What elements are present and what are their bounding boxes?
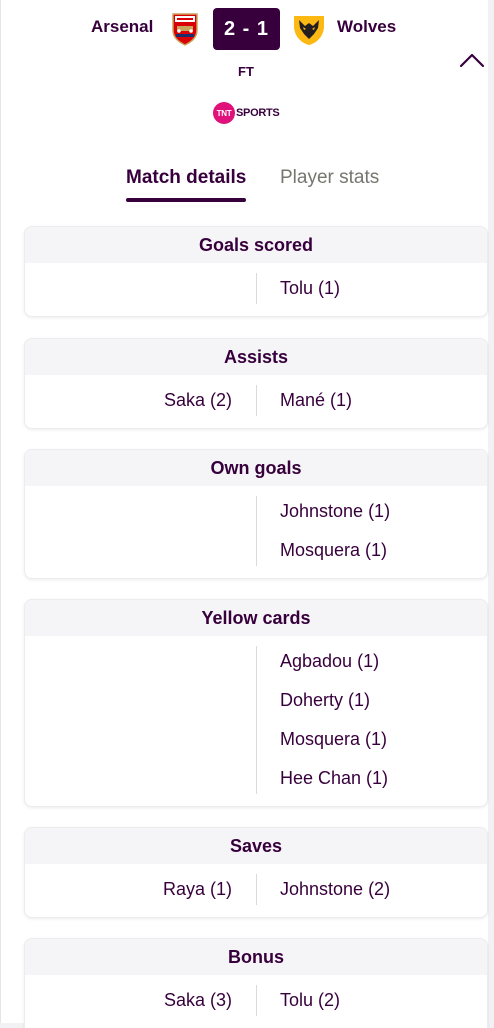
stat-card-body: Saka (2) Mané (1) <box>25 375 487 428</box>
away-team-name: Wolves <box>337 17 397 36</box>
stat-row: Agbadou (1) <box>25 642 487 681</box>
away-player-stat: Johnstone (1) <box>280 501 391 521</box>
home-player-stat: Saka (3) <box>163 990 232 1010</box>
tnt-logo-icon: TNT <box>213 102 235 124</box>
stat-card-assists: Assists Saka (2) Mané (1) <box>24 338 488 429</box>
stat-card-body: Tolu (1) <box>25 263 487 316</box>
broadcaster-name: SPORTS <box>236 107 280 119</box>
stat-card-own-goals: Own goals Johnstone (1) Mosquera (1) <box>24 449 488 579</box>
stat-card-body: Agbadou (1) Doherty (1) Mosquera (1) Hee… <box>25 636 487 806</box>
stat-card-bonus: Bonus Saka (3) Tolu (2) <box>24 938 488 1028</box>
home-team-name: Arsenal <box>91 17 154 36</box>
stat-card-saves: Saves Raya (1) Johnstone (2) <box>24 827 488 918</box>
scoreline: 2 - 1 <box>213 8 280 50</box>
stat-card-body: Johnstone (1) Mosquera (1) <box>25 486 487 578</box>
tab-bar: Match details Player stats <box>1 162 491 206</box>
stat-card-yellow-cards: Yellow cards Agbadou (1) Doherty (1) Mos… <box>24 599 488 807</box>
away-player-stat: Mosquera (1) <box>280 540 388 560</box>
away-player-stat: Hee Chan (1) <box>280 768 389 788</box>
wolves-crest-icon <box>291 12 327 46</box>
stat-card-title: Goals scored <box>25 227 487 263</box>
away-player-stat: Agbadou (1) <box>280 651 380 671</box>
stat-row: Mosquera (1) <box>25 720 487 759</box>
stat-row: Raya (1) Johnstone (2) <box>25 870 487 909</box>
stat-card-title: Saves <box>25 828 487 864</box>
stat-row: Doherty (1) <box>25 681 487 720</box>
stat-row: Saka (3) Tolu (2) <box>25 981 487 1020</box>
chevron-up-icon <box>459 52 485 73</box>
tab-match-details[interactable]: Match details <box>126 167 247 202</box>
stat-card-title: Own goals <box>25 450 487 486</box>
stat-row: Saka (2) Mané (1) <box>25 381 487 420</box>
away-player-stat: Mosquera (1) <box>280 729 388 749</box>
stat-row: Johnstone (1) <box>25 492 487 531</box>
away-player-stat: Johnstone (2) <box>280 879 391 899</box>
broadcaster-logo: TNT SPORTS <box>213 102 280 124</box>
match-status: FT <box>238 64 254 79</box>
away-player-stat: Mané (1) <box>280 390 353 410</box>
away-player-stat: Doherty (1) <box>280 690 371 710</box>
tab-player-stats[interactable]: Player stats <box>280 167 379 189</box>
stat-card-title: Yellow cards <box>25 600 487 636</box>
arsenal-crest-icon <box>171 12 199 46</box>
stat-card-body: Raya (1) Johnstone (2) <box>25 864 487 917</box>
collapse-button[interactable] <box>457 50 487 74</box>
stat-card-goals-scored: Goals scored Tolu (1) <box>24 226 488 317</box>
stat-card-title: Assists <box>25 339 487 375</box>
stat-row: Tolu (1) <box>25 269 487 308</box>
away-player-stat: Tolu (1) <box>280 278 341 298</box>
stat-row: Mosquera (1) <box>25 531 487 570</box>
match-detail-page: Arsenal 2 - 1 Wolves FT TNT SPORTS Match… <box>0 0 491 1028</box>
match-header: Arsenal 2 - 1 Wolves FT TNT SPORTS <box>1 0 488 148</box>
home-player-stat: Saka (2) <box>163 390 232 410</box>
stat-row: Hee Chan (1) <box>25 759 487 798</box>
stat-card-body: Saka (3) Tolu (2) <box>25 975 487 1028</box>
away-player-stat: Tolu (2) <box>280 990 341 1010</box>
home-player-stat: Raya (1) <box>162 879 232 899</box>
stat-card-title: Bonus <box>25 939 487 975</box>
